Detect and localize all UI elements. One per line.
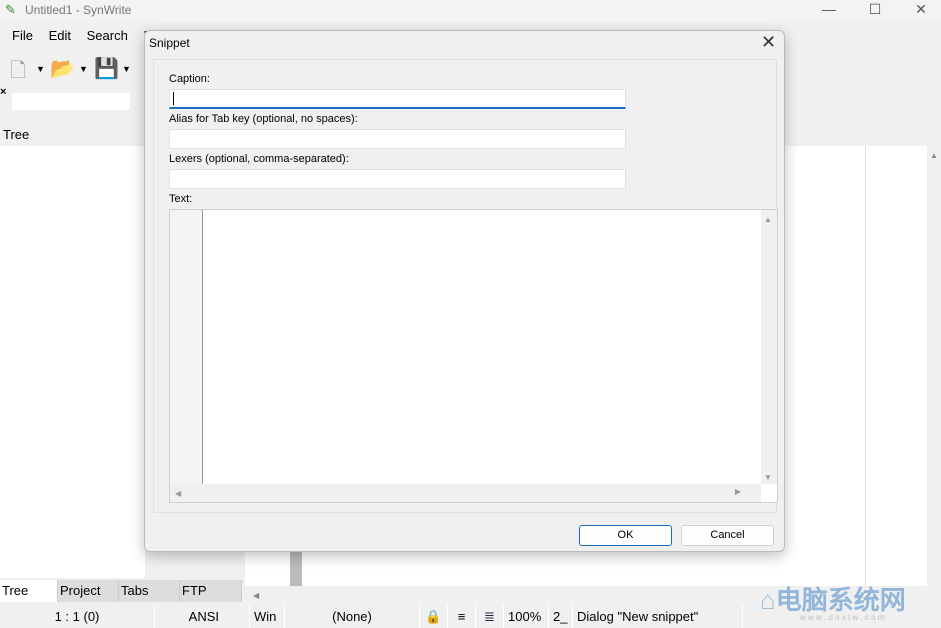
alias-label: Alias for Tab key (optional, no spaces): [169, 113, 358, 125]
app-icon: ✎ [5, 2, 16, 17]
memo-hscroll[interactable]: ◀ ▶ [170, 484, 761, 502]
menu-bar: File Edit Search E [0, 28, 152, 48]
tab-project[interactable]: Project [58, 580, 119, 602]
cancel-button[interactable]: Cancel [681, 525, 774, 546]
status-line-ending[interactable]: Win [250, 605, 285, 628]
wrap-icon[interactable]: ≣ [476, 605, 504, 628]
tab-tabs[interactable]: Tabs [119, 580, 180, 602]
open-folder-icon[interactable]: 📂 [50, 56, 75, 81]
right-panel [865, 146, 927, 586]
memo-vscroll[interactable]: ▲ ▼ [761, 210, 777, 484]
window-title: Untitled1 - SynWrite [25, 3, 132, 17]
close-icon[interactable]: × [0, 86, 6, 98]
scrollbar-thumb[interactable] [290, 552, 302, 586]
save-icon[interactable]: 💾 [94, 56, 119, 81]
status-position[interactable]: 1 : 1 (0) [0, 605, 155, 628]
status-lexer[interactable]: (None) [285, 605, 420, 628]
chevron-down-icon[interactable]: ▼ [122, 64, 131, 74]
lexers-label: Lexers (optional, comma-separated): [169, 153, 349, 165]
vertical-scrollbar[interactable]: ▲ [927, 146, 941, 586]
status-encoding[interactable]: ANSI [155, 605, 250, 628]
chevron-down-icon[interactable]: ▼ [79, 64, 88, 74]
snippet-dialog: Snippet ✕ Caption: Alias for Tab key (op… [144, 30, 785, 552]
maximize-button[interactable]: ☐ [852, 0, 898, 22]
chevron-down-icon[interactable]: ▼ [36, 64, 45, 74]
text-editor[interactable]: ▲ ▼ ◀ ▶ [169, 209, 778, 503]
close-button[interactable]: ✕ [898, 0, 941, 22]
lock-icon[interactable]: 🔒 [420, 605, 448, 628]
dialog-panel: Caption: Alias for Tab key (optional, no… [153, 59, 778, 513]
menu-search[interactable]: Search [87, 28, 128, 43]
dialog-title: Snippet [149, 36, 190, 50]
watermark: ⌂电脑系统网 w w w . d n x t w . c o m [760, 580, 906, 622]
minimize-button[interactable]: — [806, 0, 852, 22]
lexers-input[interactable] [169, 169, 626, 189]
tree-header: Tree [0, 122, 145, 146]
tab-tree[interactable]: Tree [0, 580, 58, 602]
caption-input[interactable] [169, 89, 626, 109]
title-bar: ✎ Untitled1 - SynWrite — ☐ ✕ [0, 0, 941, 22]
watermark-text: 电脑系统网 [775, 585, 906, 615]
bottom-tabs: Tree Project Tabs FTP [0, 580, 242, 602]
ok-button[interactable]: OK [579, 525, 672, 546]
status-tab[interactable]: 2_ [549, 605, 573, 628]
alias-input[interactable] [169, 129, 626, 149]
house-icon: ⌂ [760, 585, 776, 615]
new-file-icon[interactable]: 🗋 [10, 56, 26, 90]
filter-input[interactable] [12, 93, 130, 110]
menu-file[interactable]: File [12, 28, 33, 43]
text-label: Text: [169, 193, 193, 205]
dialog-close-button[interactable]: ✕ [761, 32, 776, 53]
align-icon[interactable]: ≡ [448, 605, 476, 628]
menu-edit[interactable]: Edit [49, 28, 71, 43]
caption-label: Caption: [169, 73, 210, 85]
tab-ftp[interactable]: FTP [180, 580, 242, 602]
status-zoom[interactable]: 100% [504, 605, 549, 628]
tree-panel[interactable] [0, 146, 145, 578]
status-message: Dialog "New snippet" [573, 605, 743, 628]
line-gutter [170, 210, 203, 484]
